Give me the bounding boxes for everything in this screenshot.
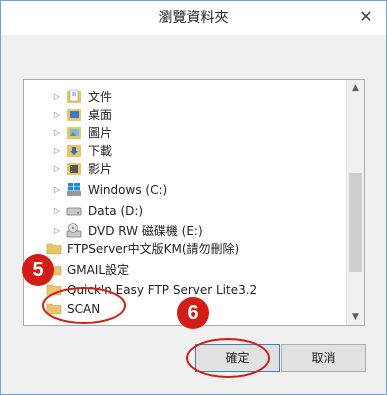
cancel-button[interactable]: 取消 [281, 344, 366, 372]
scrollbar-thumb[interactable] [349, 173, 362, 272]
step-5-badge: 5 [22, 254, 54, 286]
tree-item-label: 圖片 [88, 126, 113, 140]
expand-arrow-icon[interactable]: ▷ [52, 106, 62, 124]
tree-item-label: FTPServer中文版KM(請勿刪除) [67, 242, 240, 256]
videos-folder-icon [67, 163, 81, 175]
close-icon[interactable]: ✕ [356, 7, 376, 27]
tree-item-label: DVD RW 磁碟機 (E:) [88, 224, 203, 238]
windows-drive-icon [67, 183, 81, 196]
expand-arrow-icon[interactable]: ▷ [52, 222, 62, 240]
scan-highlight-ring [42, 287, 126, 324]
scroll-down-icon[interactable]: ▼ [347, 309, 364, 325]
downloads-folder-icon [67, 145, 81, 157]
ok-highlight-ring [186, 338, 270, 378]
scroll-up-icon[interactable]: ▲ [347, 80, 364, 96]
expand-arrow-icon[interactable]: ▷ [52, 142, 62, 160]
pictures-folder-icon [67, 127, 81, 139]
tree-item-label: Data (D:) [88, 204, 144, 218]
tree-item-label: GMAIL設定 [67, 263, 130, 277]
folder-icon [46, 243, 62, 255]
tree-item-label: 桌面 [88, 108, 113, 122]
expand-arrow-icon[interactable]: ▷ [52, 88, 62, 106]
tree-item-label: Windows (C:) [88, 183, 168, 197]
dvd-drive-icon [66, 223, 82, 238]
step-6-badge: 6 [177, 297, 209, 329]
dialog-title: 瀏覽資料夾 [158, 10, 229, 26]
expand-arrow-icon[interactable]: ▷ [52, 202, 62, 220]
title-bar: 瀏覽資料夾 ✕ [1, 1, 386, 35]
vertical-scrollbar[interactable]: ▲ ▼ [346, 80, 364, 325]
expand-arrow-icon[interactable]: ▷ [52, 124, 62, 142]
documents-folder-icon [67, 89, 81, 103]
expand-arrow-icon[interactable]: ▷ [52, 160, 62, 178]
expand-arrow-icon[interactable]: ▷ [52, 181, 62, 199]
tree-item-label: 文件 [88, 90, 113, 104]
tree-item-label: 下載 [88, 144, 113, 158]
tree-item-label: 影片 [88, 162, 113, 176]
browse-folder-dialog: 瀏覽資料夾 ✕ ▷ 文件 ▷ 桌面 ▷ 圖片 ▷ 下載 ▷ 影片 ▷ Windo… [0, 0, 387, 395]
hard-drive-icon [66, 207, 82, 216]
desktop-folder-icon [67, 109, 81, 121]
